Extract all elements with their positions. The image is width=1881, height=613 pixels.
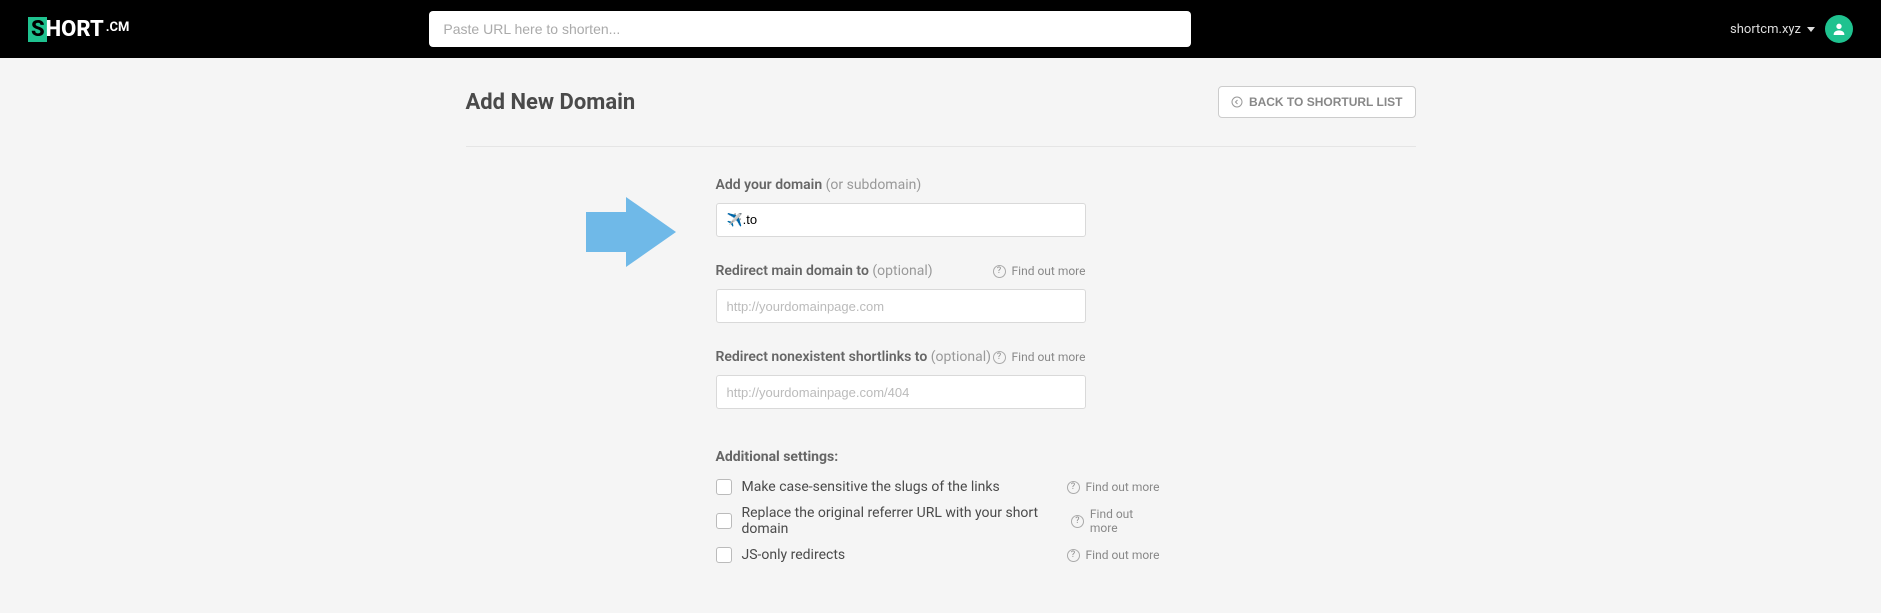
url-shorten-input[interactable] [429,11,1191,47]
logo-mark: S [28,17,47,42]
label-optional: (optional) [931,349,991,365]
question-icon: ? [1071,515,1084,528]
field-header: Redirect nonexistent shortlinks to (opti… [716,349,1086,365]
domain-input-wrap[interactable] [716,203,1086,237]
domain-input[interactable] [727,213,1075,228]
pointer-arrow-icon [506,197,676,267]
domain-selector-label: shortcm.xyz [1730,22,1801,37]
setting-label: Replace the original referrer URL with y… [742,505,1071,537]
back-button-label: BACK TO SHORTURL LIST [1249,95,1403,109]
redirect-404-input-wrap[interactable] [716,375,1086,409]
field-header: Redirect main domain to (optional) ? Fin… [716,263,1086,279]
help-link[interactable]: ? Find out more [1067,480,1160,494]
setting-case-sensitive: Make case-sensitive the slugs of the lin… [716,479,1160,495]
checkbox-referrer[interactable] [716,513,732,529]
field-label: Redirect main domain to (optional) [716,263,933,279]
help-link[interactable]: ? Find out more [993,264,1086,278]
domain-selector[interactable]: shortcm.xyz [1730,22,1815,37]
field-header: Add your domain (or subdomain) [716,177,1086,193]
redirect-main-input[interactable] [727,299,1075,314]
help-text: Find out more [1086,548,1160,562]
field-label: Redirect nonexistent shortlinks to (opti… [716,349,991,365]
checkbox-js-only[interactable] [716,547,732,563]
main-content: Add New Domain BACK TO SHORTURL LIST Add… [466,58,1416,613]
logo[interactable]: S HORT .CM [28,17,129,42]
question-icon: ? [993,351,1006,364]
form-area: Add your domain (or subdomain) Redirect … [466,177,1416,573]
user-icon [1831,21,1847,37]
url-input-container [429,11,1191,47]
settings-title: Additional settings: [716,449,1160,465]
form-fields: Add your domain (or subdomain) Redirect … [716,177,1086,573]
help-text: Find out more [1012,350,1086,364]
field-domain: Add your domain (or subdomain) [716,177,1086,237]
setting-js-only: JS-only redirects ? Find out more [716,547,1160,563]
setting-left: JS-only redirects [716,547,846,563]
header-right: shortcm.xyz [1730,15,1853,43]
field-label: Add your domain (or subdomain) [716,177,922,193]
page-header: Add New Domain BACK TO SHORTURL LIST [466,86,1416,147]
checkbox-case-sensitive[interactable] [716,479,732,495]
logo-text: HORT [46,17,104,42]
setting-label: Make case-sensitive the slugs of the lin… [742,479,1000,495]
app-header: S HORT .CM shortcm.xyz [0,0,1881,58]
label-text: Redirect main domain to [716,263,869,279]
arrow-left-circle-icon [1231,96,1243,108]
help-text: Find out more [1012,264,1086,278]
question-icon: ? [1067,549,1080,562]
logo-suffix: .CM [106,20,130,35]
back-to-list-button[interactable]: BACK TO SHORTURL LIST [1218,86,1416,118]
help-text: Find out more [1090,507,1160,535]
question-icon: ? [993,265,1006,278]
help-link[interactable]: ? Find out more [1071,507,1160,535]
setting-left: Replace the original referrer URL with y… [716,505,1071,537]
help-link[interactable]: ? Find out more [1067,548,1160,562]
label-text: Redirect nonexistent shortlinks to [716,349,928,365]
help-text: Find out more [1086,480,1160,494]
redirect-404-input[interactable] [727,385,1075,400]
label-optional: (or subdomain) [826,177,922,193]
field-redirect-404: Redirect nonexistent shortlinks to (opti… [716,349,1086,409]
help-link[interactable]: ? Find out more [993,350,1086,364]
setting-label: JS-only redirects [742,547,846,563]
page-title: Add New Domain [466,90,636,115]
user-avatar[interactable] [1825,15,1853,43]
setting-referrer: Replace the original referrer URL with y… [716,505,1160,537]
additional-settings: Additional settings: Make case-sensitive… [716,449,1160,563]
redirect-main-input-wrap[interactable] [716,289,1086,323]
label-text: Add your domain [716,177,823,193]
setting-left: Make case-sensitive the slugs of the lin… [716,479,1000,495]
field-redirect-main: Redirect main domain to (optional) ? Fin… [716,263,1086,323]
label-optional: (optional) [872,263,932,279]
caret-down-icon [1807,27,1815,32]
question-icon: ? [1067,481,1080,494]
arrow-annotation [466,177,716,267]
